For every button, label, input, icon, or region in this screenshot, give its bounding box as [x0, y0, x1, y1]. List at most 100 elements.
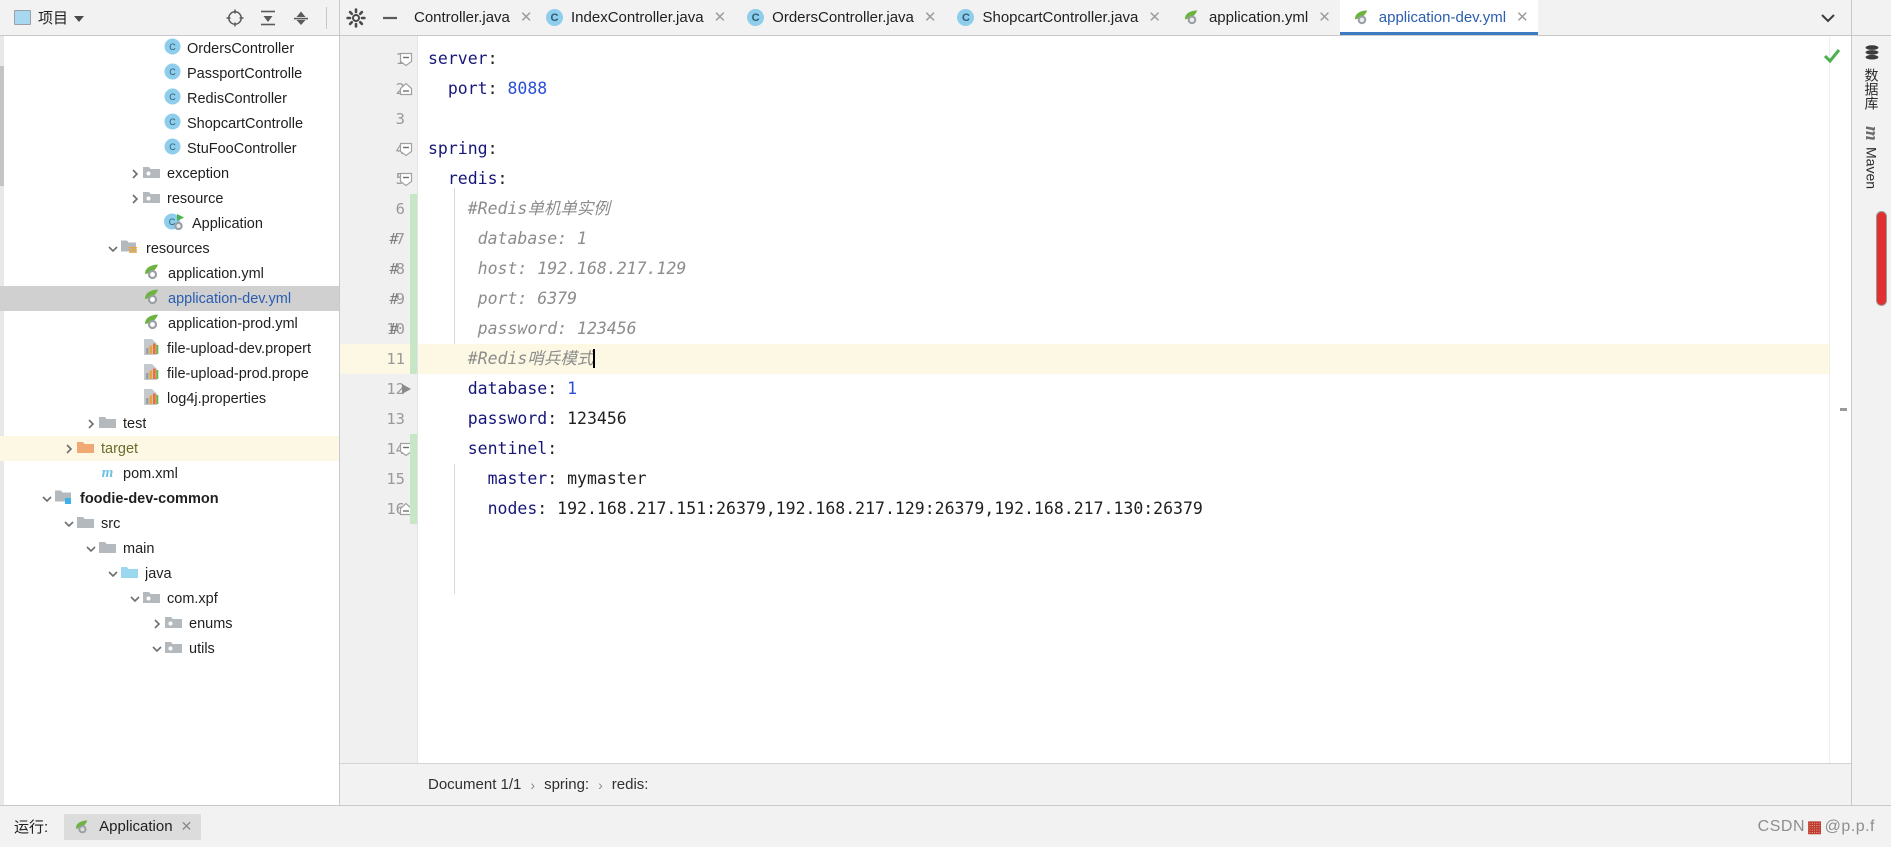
vcs-change-marker[interactable]	[410, 194, 417, 374]
tree-row[interactable]: exception	[0, 161, 339, 186]
editor-scrollbar-thumb[interactable]	[1876, 211, 1887, 306]
tree-row[interactable]: target	[0, 436, 339, 461]
editor-tab-strip: Controller.java ✕ C IndexController.java…	[340, 0, 1851, 35]
code-line[interactable]: master: mymaster	[418, 464, 1829, 494]
editor-tab-2[interactable]: C OrdersController.java ✕	[735, 0, 946, 35]
close-icon[interactable]: ✕	[1148, 10, 1161, 25]
close-icon[interactable]: ✕	[924, 10, 937, 25]
tree-row[interactable]: test	[0, 411, 339, 436]
tree-row[interactable]: java	[0, 561, 339, 586]
tree-row[interactable]: com.xpf	[0, 586, 339, 611]
tree-row[interactable]: file-upload-dev.propert	[0, 336, 339, 361]
code-line[interactable]: database: 1	[418, 224, 1829, 254]
chevron-down-icon[interactable]	[150, 644, 164, 654]
tab-overflow-button[interactable]	[1805, 0, 1851, 35]
vcs-change-marker[interactable]	[410, 434, 417, 524]
run-gutter-icon[interactable]	[394, 374, 418, 404]
collapse-all-icon[interactable]	[291, 8, 311, 28]
code-token: sentinel	[467, 439, 548, 458]
code-line[interactable]: port: 8088	[418, 74, 1829, 104]
code-line[interactable]: sentinel:	[418, 434, 1829, 464]
chevron-down-icon[interactable]	[62, 519, 76, 529]
tree-row[interactable]: resources	[0, 236, 339, 261]
chevron-down-icon[interactable]	[84, 544, 98, 554]
code-token: port: 6379	[428, 289, 578, 308]
editor-tab-5[interactable]: application-dev.yml ✕	[1339, 0, 1538, 35]
editor-tab-0[interactable]: Controller.java ✕	[414, 0, 534, 35]
close-icon[interactable]: ✕	[1516, 10, 1529, 25]
tree-row[interactable]: application-dev.yml	[0, 286, 339, 311]
editor-gutter[interactable]: 12345678910111213141516 ####	[340, 36, 418, 763]
fold-marker-icon[interactable]	[394, 74, 418, 104]
inspection-ok-icon[interactable]	[1822, 46, 1842, 66]
tree-row[interactable]: C StuFooController	[0, 136, 339, 161]
tree-row[interactable]: src	[0, 511, 339, 536]
code-line[interactable]: server:	[418, 44, 1829, 74]
code-token: :	[547, 409, 568, 428]
fold-marker-icon[interactable]	[394, 44, 418, 74]
breadcrumb-item-spring[interactable]: spring:	[544, 776, 589, 793]
tree-row[interactable]: file-upload-prod.prope	[0, 361, 339, 386]
chevron-right-icon[interactable]	[128, 193, 142, 205]
tree-row[interactable]: application-prod.yml	[0, 311, 339, 336]
code-token: 1	[567, 379, 578, 398]
code-line[interactable]: password: 123456	[418, 404, 1829, 434]
tree-row[interactable]: C PassportControlle	[0, 61, 339, 86]
tree-row[interactable]: foodie-dev-common	[0, 486, 339, 511]
code-line[interactable]	[418, 104, 1829, 134]
close-icon[interactable]: ✕	[520, 10, 533, 25]
close-icon[interactable]: ✕	[714, 10, 727, 25]
close-icon[interactable]: ✕	[181, 818, 193, 835]
code-line[interactable]: password: 123456	[418, 314, 1829, 344]
code-editor[interactable]: 12345678910111213141516 #### server: por…	[340, 36, 1851, 763]
project-tree[interactable]: C OrdersController C PassportControlle C Redi…	[0, 36, 340, 805]
close-icon[interactable]: ✕	[1318, 10, 1331, 25]
code-line[interactable]: #Redis单机单实例	[418, 194, 1829, 224]
run-configuration-tab[interactable]: Application ✕	[64, 813, 202, 840]
code-line[interactable]: host: 192.168.217.129	[418, 254, 1829, 284]
tool-window-database[interactable]: 数据库	[1862, 44, 1882, 110]
tree-row[interactable]: C OrdersController	[0, 36, 339, 61]
tool-window-maven[interactable]: m Maven	[1861, 126, 1882, 189]
settings-gear-icon[interactable]	[346, 7, 366, 28]
tree-row[interactable]: application.yml	[0, 261, 339, 286]
code-line[interactable]: port: 6379	[418, 284, 1829, 314]
breadcrumb[interactable]: Document 1/1 › spring: › redis:	[340, 763, 1851, 805]
fold-marker-icon[interactable]	[394, 164, 418, 194]
fold-marker-icon[interactable]	[394, 134, 418, 164]
tree-row[interactable]: resource	[0, 186, 339, 211]
chevron-down-icon[interactable]	[106, 569, 120, 579]
code-line[interactable]: #Redis哨兵模式	[418, 344, 1829, 374]
chevron-right-icon[interactable]	[150, 618, 164, 630]
code-line[interactable]: spring:	[418, 134, 1829, 164]
tree-row[interactable]: enums	[0, 611, 339, 636]
breadcrumb-item-redis[interactable]: redis:	[612, 776, 649, 793]
tree-row[interactable]: log4j.properties	[0, 386, 339, 411]
package-folder-icon	[142, 164, 161, 184]
chevron-right-icon[interactable]	[84, 418, 98, 430]
tree-row[interactable]: C ShopcartControlle	[0, 111, 339, 136]
tree-row[interactable]: m pom.xml	[0, 461, 339, 486]
chevron-down-icon[interactable]	[74, 15, 85, 22]
chevron-down-icon[interactable]	[128, 594, 142, 604]
chevron-down-icon[interactable]	[40, 494, 54, 504]
locate-icon[interactable]	[225, 8, 245, 28]
code-content[interactable]: server: port: 8088 spring: redis: #Redis单…	[418, 36, 1829, 763]
code-line[interactable]: nodes: 192.168.217.151:26379,192.168.217…	[418, 494, 1829, 524]
tree-row-label: application-prod.yml	[168, 315, 298, 332]
chevron-down-icon[interactable]	[106, 244, 120, 254]
code-line[interactable]: database: 1	[418, 374, 1829, 404]
tree-row[interactable]: utils	[0, 636, 339, 661]
minimize-icon[interactable]	[380, 8, 400, 28]
tree-row[interactable]: C RedisController	[0, 86, 339, 111]
chevron-right-icon[interactable]	[128, 168, 142, 180]
chevron-right-icon[interactable]	[62, 443, 76, 455]
tree-row[interactable]: main	[0, 536, 339, 561]
expand-all-icon[interactable]	[258, 8, 278, 28]
editor-tab-3[interactable]: C ShopcartController.java ✕	[945, 0, 1170, 35]
code-line[interactable]: redis:	[418, 164, 1829, 194]
editor-marker-bar[interactable]	[1829, 36, 1851, 763]
tree-row[interactable]: C Application	[0, 211, 339, 236]
editor-tab-4[interactable]: application.yml ✕	[1169, 0, 1340, 35]
editor-tab-1[interactable]: C IndexController.java ✕	[534, 0, 736, 35]
